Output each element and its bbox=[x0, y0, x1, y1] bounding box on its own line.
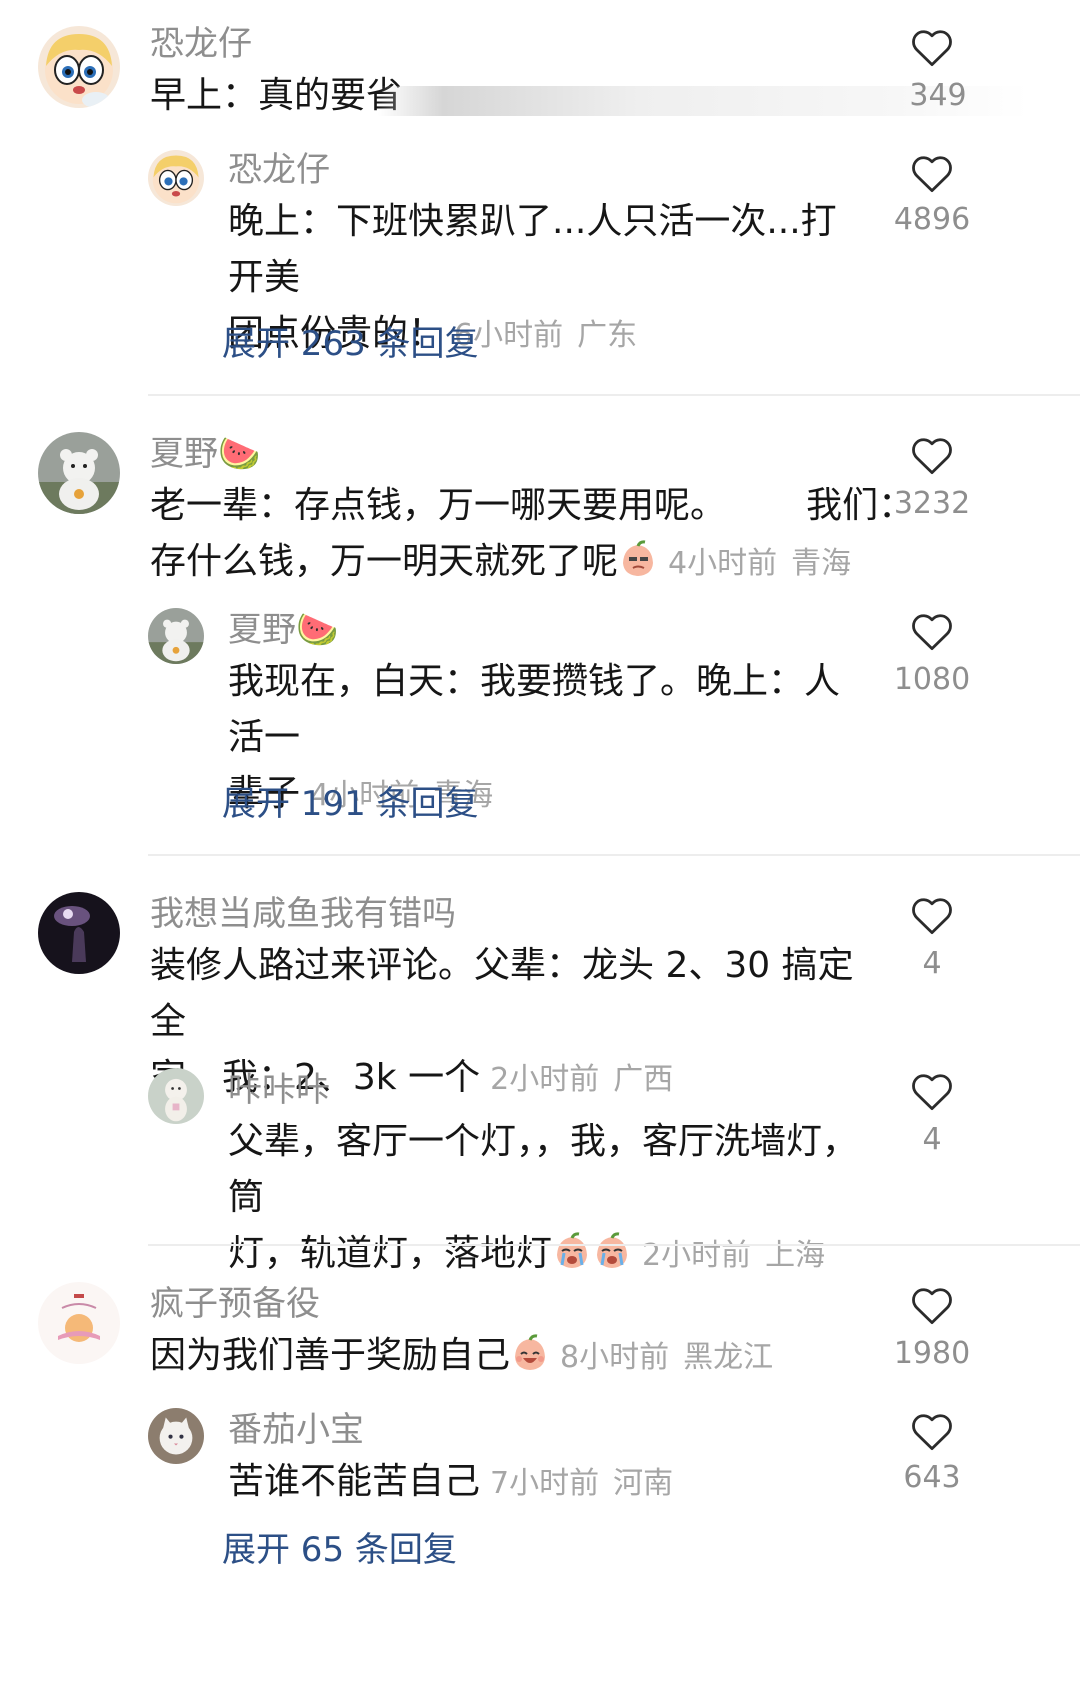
expand-replies-link[interactable]: 展开 191 条回复 bbox=[222, 776, 479, 825]
avatar[interactable] bbox=[38, 26, 120, 108]
like-button[interactable] bbox=[892, 28, 972, 68]
heart-outline-icon bbox=[912, 30, 952, 67]
comment-text-line: 装修人路过来评论。父辈：龙头 2、30 搞定全 bbox=[150, 945, 854, 1042]
reply-avatar[interactable] bbox=[148, 1408, 204, 1464]
avatar-cartoon-icon bbox=[148, 150, 204, 206]
like-button[interactable] bbox=[892, 1286, 972, 1326]
like-count: 1080 bbox=[893, 662, 971, 697]
divider bbox=[148, 854, 1080, 856]
heart-outline-icon bbox=[912, 1288, 952, 1325]
heart-outline-icon bbox=[912, 156, 952, 193]
reply-text-line: 苦谁不能苦自己 7小时前 河南 bbox=[228, 1454, 868, 1512]
like-count: 349 bbox=[909, 78, 967, 113]
heart-outline-icon bbox=[912, 438, 952, 475]
comment-text-line: 因为我们善于奖励自己 8小时前 黑龙江 bbox=[150, 1328, 870, 1386]
comment-text: 因为我们善于奖励自己 8小时前 黑龙江 bbox=[150, 1328, 870, 1386]
reply-avatar[interactable] bbox=[148, 150, 204, 206]
reply-avatar[interactable] bbox=[148, 1068, 204, 1124]
like-button[interactable] bbox=[892, 896, 972, 936]
divider bbox=[148, 1244, 1080, 1246]
reply-text-line: 灯，轨道灯，落地灯 2小时前 上海 bbox=[228, 1226, 868, 1284]
reply-text-line: 我现在，白天：我要攒钱了。晚上：人活一 bbox=[228, 661, 841, 758]
location: 广东 bbox=[577, 318, 638, 353]
peach-smirk-emoji bbox=[618, 539, 658, 579]
comment-text-line: 老一辈：存点钱，万一哪天要用呢。 我们： bbox=[150, 485, 915, 526]
reply-text-line-2: 灯，轨道灯，落地灯 bbox=[228, 1233, 553, 1274]
comment-meta: 8小时前 黑龙江 bbox=[560, 1340, 773, 1375]
comment-username[interactable]: 我想当咸鱼我有错吗 bbox=[150, 894, 456, 934]
reply-text: 苦谁不能苦自己 7小时前 河南 bbox=[228, 1454, 868, 1512]
like-count: 4 bbox=[922, 946, 942, 981]
location: 青海 bbox=[791, 546, 852, 581]
avatar-toy-icon bbox=[148, 1068, 204, 1124]
like-count: 3232 bbox=[893, 486, 971, 521]
heart-outline-icon bbox=[912, 1074, 952, 1111]
location: 黑龙江 bbox=[683, 1340, 774, 1375]
peach-cry-emoji bbox=[552, 1231, 592, 1271]
reply-text-line: 晚上：下班快累趴了...人只活一次...打开美 bbox=[228, 201, 837, 298]
avatar-bear-icon bbox=[38, 432, 120, 514]
avatar-cartoon-icon bbox=[38, 26, 120, 108]
reply-text-line: 父辈，客厅一个灯，，我，客厅洗墙灯，筒 bbox=[228, 1121, 859, 1218]
like-count: 4 bbox=[922, 1122, 942, 1157]
avatar[interactable] bbox=[38, 1282, 120, 1364]
username-text: 夏野🍉 bbox=[150, 434, 261, 474]
reply-meta: 7小时前 河南 bbox=[490, 1466, 673, 1501]
divider bbox=[148, 394, 1080, 396]
peach-laugh-emoji bbox=[510, 1333, 550, 1373]
comment-username[interactable]: 恐龙仔 bbox=[150, 24, 252, 64]
comment-text-line: 存什么钱，万一明天就死了呢 4小时前 青海 bbox=[150, 534, 870, 592]
heart-outline-icon bbox=[912, 898, 952, 935]
like-button[interactable] bbox=[892, 154, 972, 194]
username-text: 夏野🍉 bbox=[228, 610, 339, 650]
comment-username[interactable]: 疯子预备役 bbox=[150, 1284, 320, 1324]
avatar[interactable] bbox=[38, 892, 120, 974]
reply-meta: 6小时前 广东 bbox=[454, 318, 637, 353]
timestamp: 2小时前 bbox=[490, 1062, 600, 1097]
location: 河南 bbox=[613, 1466, 674, 1501]
like-count: 1980 bbox=[893, 1336, 971, 1371]
avatar-bear-icon bbox=[148, 608, 204, 664]
avatar-sunset-icon bbox=[38, 1282, 120, 1364]
expand-replies-link[interactable]: 展开 263 条回复 bbox=[222, 316, 479, 365]
reply-avatar[interactable] bbox=[148, 608, 204, 664]
timestamp: 7小时前 bbox=[490, 1466, 600, 1501]
heart-outline-icon bbox=[912, 1414, 952, 1451]
like-button[interactable] bbox=[892, 1412, 972, 1452]
comment-text: 老一辈：存点钱，万一哪天要用呢。 我们： 存什么钱，万一明天就死了呢 4小时前 青海 bbox=[150, 478, 915, 592]
heart-outline-icon bbox=[912, 614, 952, 651]
comment-meta: 2小时前 广西 bbox=[490, 1062, 673, 1097]
avatar-cat-icon bbox=[148, 1408, 204, 1464]
comment-text-line-2: 存什么钱，万一明天就死了呢 bbox=[150, 541, 619, 582]
reply-username[interactable]: 夏野🍉 bbox=[228, 610, 338, 650]
reply-text: 父辈，客厅一个灯，，我，客厅洗墙灯，筒 灯，轨道灯，落地灯 2小时前 上海 bbox=[228, 1114, 868, 1284]
avatar[interactable] bbox=[38, 432, 120, 514]
reply-text-line-1: 苦谁不能苦自己 bbox=[228, 1461, 481, 1502]
comment-meta: 4小时前 青海 bbox=[668, 546, 851, 581]
comment-text-line-1: 因为我们善于奖励自己 bbox=[150, 1335, 511, 1376]
location: 广西 bbox=[613, 1062, 674, 1097]
comment-username[interactable]: 夏野🍉 bbox=[150, 434, 260, 474]
comment-text: 早上：真的要省 bbox=[150, 75, 403, 116]
timestamp: 8小时前 bbox=[560, 1340, 670, 1375]
reply-username[interactable]: 番茄小宝 bbox=[228, 1410, 364, 1450]
avatar-night-icon bbox=[38, 892, 120, 974]
reply-username[interactable]: 恐龙仔 bbox=[228, 150, 330, 190]
like-button[interactable] bbox=[892, 612, 972, 652]
expand-replies-link[interactable]: 展开 65 条回复 bbox=[222, 1522, 457, 1571]
timestamp: 4小时前 bbox=[668, 546, 778, 581]
like-count: 4896 bbox=[893, 202, 971, 237]
like-button[interactable] bbox=[892, 436, 972, 476]
peach-cry-emoji bbox=[592, 1231, 632, 1271]
like-button[interactable] bbox=[892, 1072, 972, 1112]
like-count: 643 bbox=[903, 1460, 961, 1495]
reply-username[interactable]: 咔咔咔 bbox=[228, 1070, 330, 1110]
